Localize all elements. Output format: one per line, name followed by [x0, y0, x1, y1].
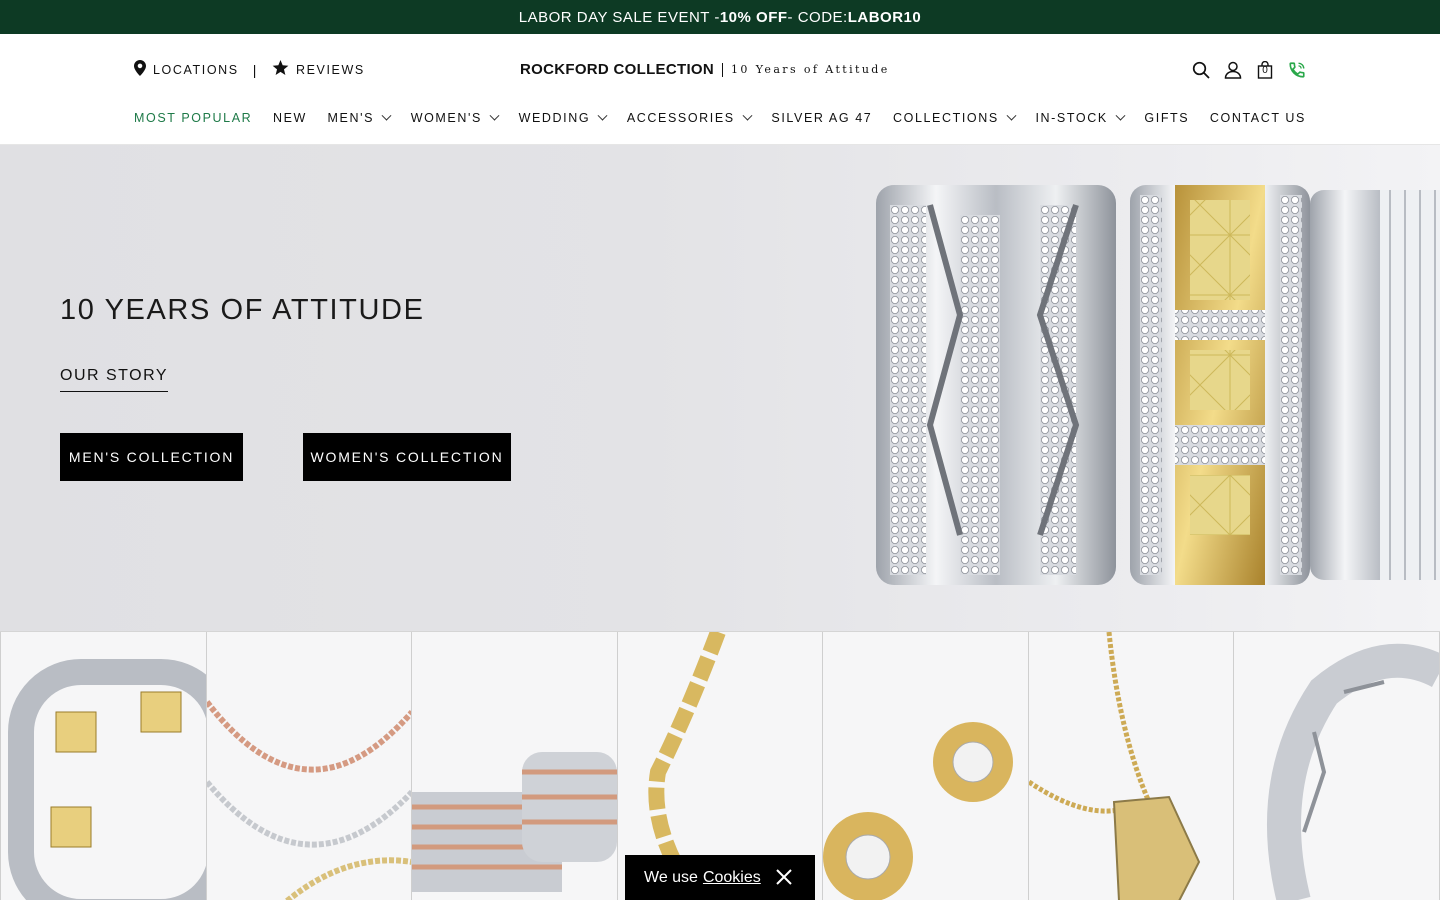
- product-tile[interactable]: [205, 632, 412, 900]
- nav-item-label: ACCESSORIES: [626, 111, 735, 125]
- promo-code: LABOR10: [847, 8, 922, 26]
- chevron-down-icon: [742, 110, 753, 121]
- locations-label: LOCATIONS: [153, 62, 239, 77]
- close-icon[interactable]: [775, 868, 793, 886]
- nav-item-label: MOST POPULAR: [134, 111, 253, 125]
- nav-item-label: COLLECTIONS: [893, 111, 999, 125]
- site-logo[interactable]: ROCKFORD COLLECTION 10 Years of Attitude: [520, 61, 890, 78]
- silver-ring-image: [1267, 643, 1440, 900]
- phone-icon[interactable]: [1287, 60, 1307, 80]
- cookie-notice: We use Cookies: [625, 855, 815, 900]
- promo-text-mid: - CODE:: [787, 8, 848, 26]
- chevron-down-icon: [1115, 110, 1126, 121]
- cart-count: 0: [1262, 65, 1268, 76]
- cookie-text: We use: [644, 868, 698, 886]
- bag-icon[interactable]: 0: [1255, 60, 1275, 80]
- nav-item-label: CONTACT US: [1209, 111, 1306, 125]
- header-actions: 0: [1191, 60, 1307, 80]
- star-icon: [272, 60, 289, 79]
- bands-image: [412, 752, 617, 892]
- hero-title: 10 YEARS OF ATTITUDE: [60, 294, 425, 326]
- nav-item-label: WEDDING: [518, 111, 591, 125]
- location-pin-icon: [134, 60, 146, 79]
- promo-discount: 10% OFF: [719, 8, 788, 26]
- earrings-image: [823, 722, 1014, 900]
- our-story-link[interactable]: OUR STORY: [60, 367, 169, 392]
- mens-collection-button[interactable]: MEN'S COLLECTION: [60, 433, 243, 481]
- nav-item-label: MEN'S: [327, 111, 375, 125]
- nav-item-label: GIFTS: [1144, 111, 1190, 125]
- nav-item-in-stock[interactable]: IN-STOCK: [1035, 110, 1126, 125]
- nav-item-collections[interactable]: COLLECTIONS: [893, 110, 1017, 125]
- nav-item-gifts[interactable]: GIFTS: [1144, 111, 1189, 125]
- hero-rings-image: [876, 185, 1440, 585]
- cookies-link[interactable]: Cookies: [703, 869, 761, 887]
- reviews-label: REVIEWS: [295, 62, 365, 77]
- product-tile[interactable]: [1027, 632, 1234, 900]
- search-icon[interactable]: [1191, 60, 1211, 80]
- ring-image: [8, 659, 206, 900]
- nav-item-accessories[interactable]: ACCESSORIES: [626, 110, 753, 125]
- nav-item-silver-ag-47[interactable]: SILVER AG 47: [771, 111, 872, 125]
- site-header: LOCATIONS | REVIEWS ROCKFORD COLLECTION …: [0, 34, 1440, 145]
- nav-item-men-s[interactable]: MEN'S: [327, 110, 392, 125]
- nav-item-most-popular[interactable]: MOST POPULAR: [134, 111, 252, 125]
- utility-separator: |: [252, 61, 258, 78]
- nav-item-label: WOMEN'S: [410, 111, 482, 125]
- promo-banner[interactable]: LABOR DAY SALE EVENT - 10% OFF - CODE: L…: [0, 0, 1440, 34]
- chevron-down-icon: [1006, 110, 1017, 121]
- nav-item-wedding[interactable]: WEDDING: [518, 110, 608, 125]
- pendant-image: [1028, 632, 1201, 900]
- utility-links: LOCATIONS | REVIEWS: [134, 60, 365, 79]
- product-tile[interactable]: [822, 632, 1028, 900]
- brand-tagline: 10 Years of Attitude: [731, 63, 890, 76]
- product-tile[interactable]: [1233, 632, 1440, 900]
- womens-collection-button[interactable]: WOMEN'S COLLECTION: [303, 433, 511, 481]
- brand-name: ROCKFORD COLLECTION: [520, 61, 715, 78]
- account-icon[interactable]: [1223, 60, 1243, 80]
- nav-item-new[interactable]: NEW: [273, 111, 307, 125]
- locations-link[interactable]: LOCATIONS: [134, 60, 239, 79]
- chevron-down-icon: [597, 110, 608, 121]
- nav-item-label: IN-STOCK: [1035, 111, 1108, 125]
- hero-banner: 10 YEARS OF ATTITUDE OUR STORY MEN'S COL…: [0, 145, 1440, 632]
- promo-text-before: LABOR DAY SALE EVENT -: [518, 8, 720, 26]
- chevron-down-icon: [381, 110, 392, 121]
- nav-item-women-s[interactable]: WOMEN'S: [410, 110, 500, 125]
- chevron-down-icon: [489, 110, 500, 121]
- main-navigation: MOST POPULAR NEW MEN'S WOMEN'S WEDDING ACCESS…: [134, 110, 1306, 125]
- chain-image: [206, 700, 412, 900]
- product-tile[interactable]: [411, 632, 617, 900]
- nav-item-label: NEW: [272, 111, 307, 125]
- logo-divider: [722, 62, 724, 77]
- product-tile[interactable]: [0, 632, 206, 900]
- nav-item-label: SILVER AG 47: [771, 111, 873, 125]
- reviews-link[interactable]: REVIEWS: [272, 60, 365, 79]
- nav-item-contact-us[interactable]: CONTACT US: [1210, 111, 1306, 125]
